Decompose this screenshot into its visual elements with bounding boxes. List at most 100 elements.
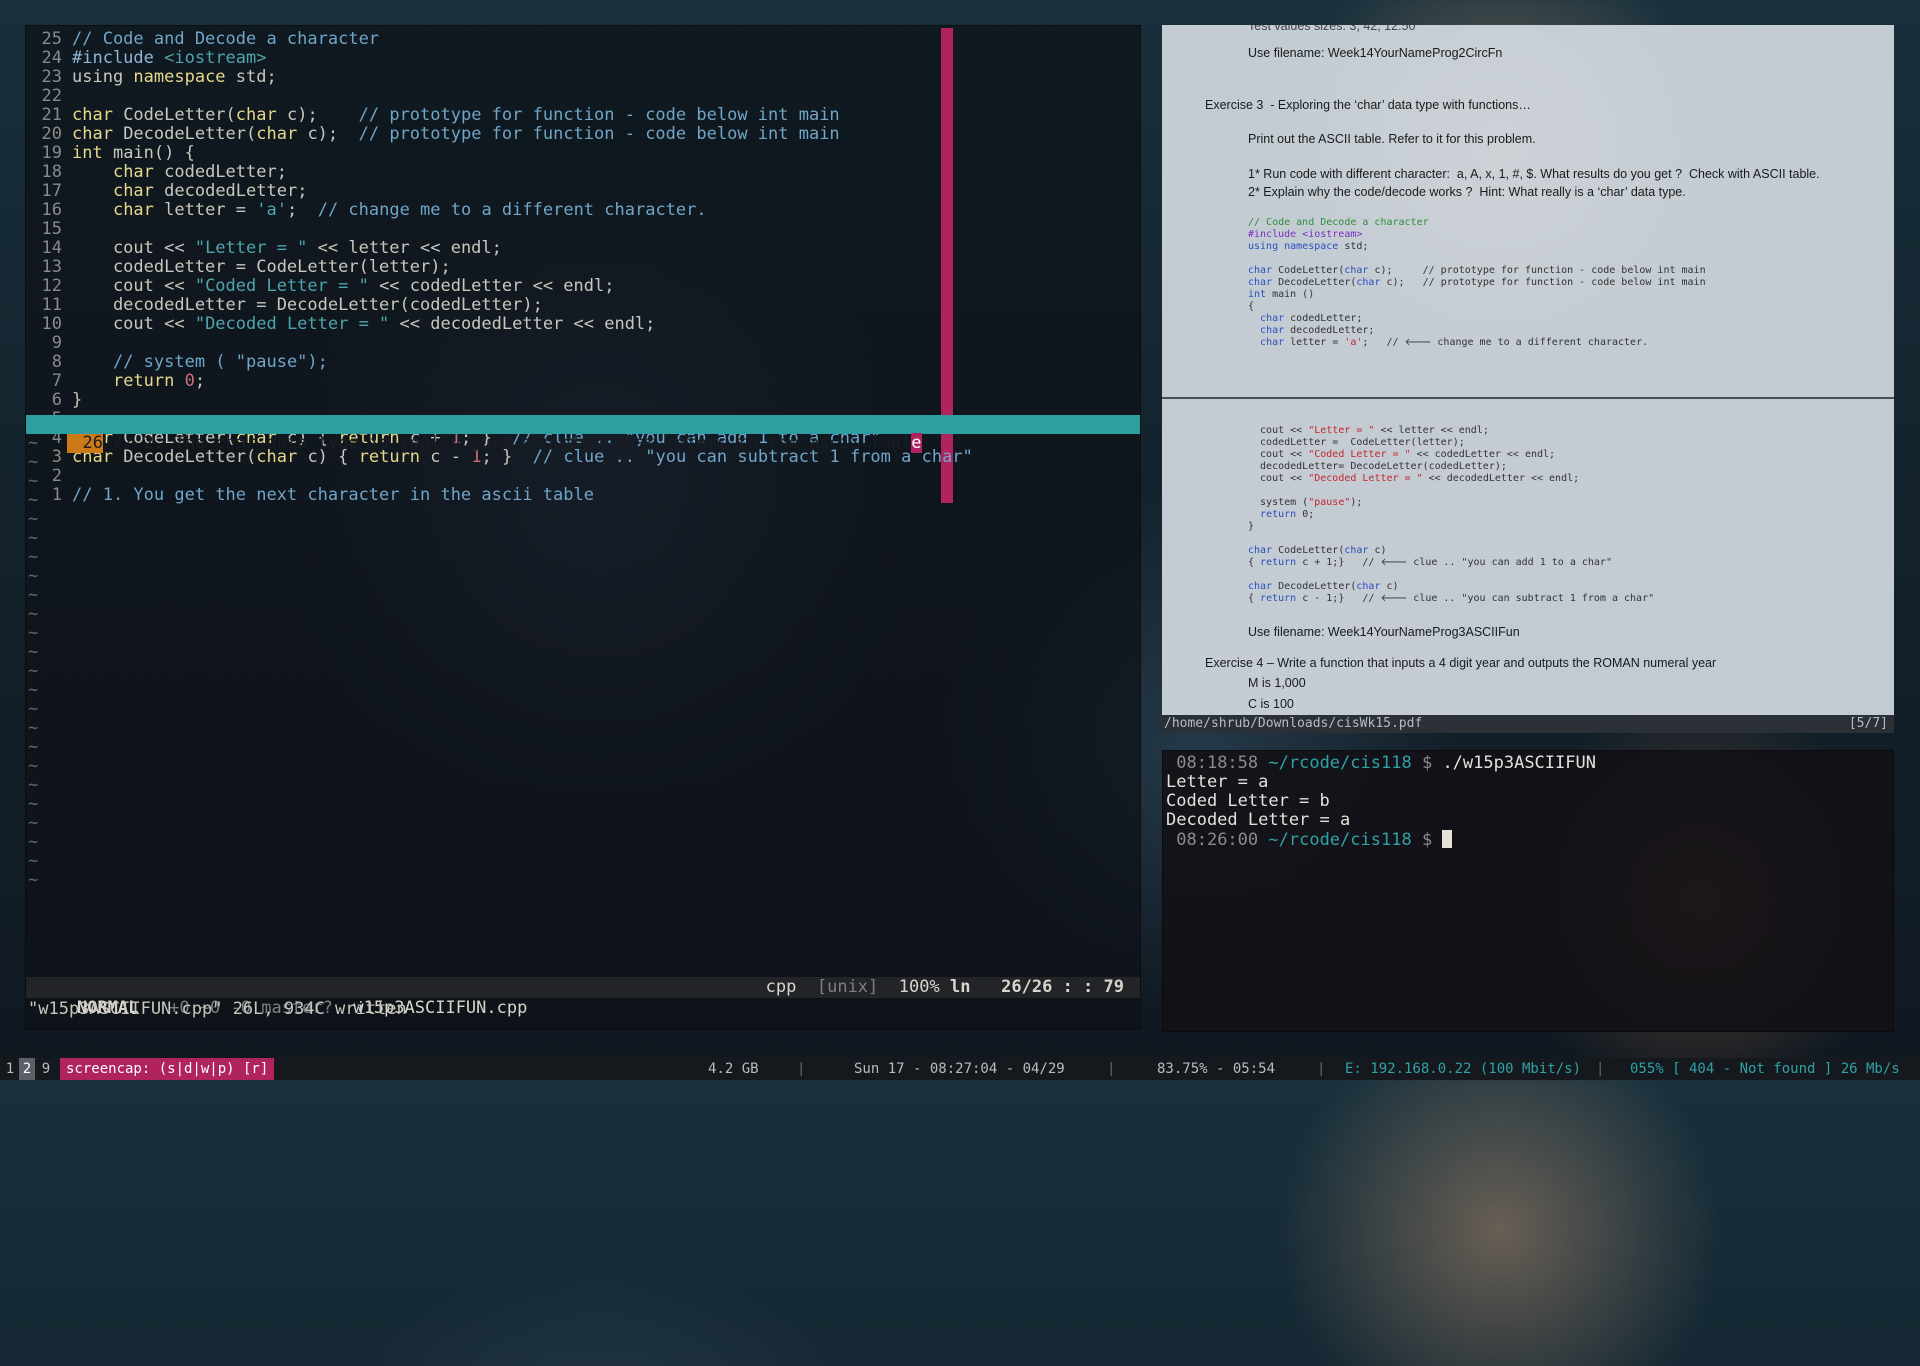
code-line[interactable]: 9 <box>26 334 1140 353</box>
code-line[interactable]: 10 cout << "Decoded Letter = " << decode… <box>26 315 1140 334</box>
system-status-indicator: 055% [ 404 - Not found ] 26 Mb/s <box>1630 1061 1900 1077</box>
code-line[interactable]: 1// 1. You get the next character in the… <box>26 486 1140 505</box>
line-number: 11 <box>41 295 62 315</box>
code-line[interactable]: 6} <box>26 391 1140 410</box>
empty-line-marker: ~ <box>28 490 39 510</box>
workspace-1[interactable]: 1 <box>2 1058 18 1080</box>
pdf-viewer[interactable]: Test values sizes: 3, 42, 12.50 Use file… <box>1162 25 1894 715</box>
pdf-filename-2: Use filename: Week14YourNameProg2CircFn <box>1248 46 1503 60</box>
line-number: 15 <box>41 219 62 239</box>
empty-line-marker: ~ <box>28 604 39 624</box>
network-indicator: E: 192.168.0.22 (100 Mbit/s) <box>1345 1061 1582 1077</box>
code-line[interactable]: 22 <box>26 87 1140 106</box>
terminal-prompt-line-2[interactable]: 08:26:00 ~/rcode/cis118 $ <box>1166 830 1453 850</box>
empty-line-marker: ~ <box>28 471 39 491</box>
filetype: cpp <box>765 977 797 997</box>
pdf-code-line: system ("pause"); <box>1248 497 1363 508</box>
pdf-page-indicator: [5/7] <box>1848 716 1888 731</box>
line-text: // system ( "pause"); <box>112 352 328 372</box>
pdf-question-1: 1* Run code with different character: a,… <box>1248 167 1820 181</box>
terminal-cursor <box>1442 830 1453 848</box>
line-number: 16 <box>41 200 62 220</box>
pdf-code-line: cout << "Letter = " << letter << endl; <box>1248 425 1489 436</box>
empty-line-marker: ~ <box>28 585 39 605</box>
pdf-cut-text: Test values sizes: 3, 42, 12.50 <box>1248 25 1416 33</box>
pdf-code-line <box>1248 253 1706 265</box>
pdf-code-line: cout << "Decoded Letter = " << decodedLe… <box>1248 473 1580 484</box>
workspace-9[interactable]: 9 <box>38 1058 54 1080</box>
current-line[interactable]: 26 // 2. The char data type is really jus… <box>26 415 1140 453</box>
code-line[interactable]: 13 codedLetter = CodeLetter(letter); <box>26 258 1140 277</box>
line-text: cout << "Decoded Letter = " << decodedLe… <box>72 314 656 334</box>
line-text: // Code and Decode a character <box>72 29 380 49</box>
pdf-ex3-instruction: Print out the ASCII table. Refer to it f… <box>1248 132 1536 146</box>
battery-indicator: 83.75% - 05:54 <box>1157 1061 1276 1077</box>
code-line[interactable]: 12 cout << "Coded Letter = " << codedLet… <box>26 277 1140 296</box>
code-line[interactable]: 18 char codedLetter; <box>26 163 1140 182</box>
pdf-code-block-top: // Code and Decode a character #include <… <box>1248 217 1706 349</box>
terminal-command: ./w15p3ASCIIFUN <box>1442 753 1596 773</box>
line-text: using namespace std; <box>72 67 277 87</box>
code-line[interactable]: 17 char decodedLetter; <box>26 182 1140 201</box>
code-line[interactable]: 11 decodedLetter = DecodeLetter(codedLet… <box>26 296 1140 315</box>
pdf-code-line: decodedLetter= DecodeLetter(codedLetter)… <box>1248 461 1507 472</box>
pdf-page-divider <box>1162 397 1894 399</box>
empty-line-marker: ~ <box>28 718 39 738</box>
terminal-window[interactable]: 08:18:58 ~/rcode/cis118 $ ./w15p3ASCIIFU… <box>1162 750 1894 1032</box>
scroll-percent: 100% <box>898 977 940 997</box>
code-line[interactable]: 23 using namespace std; <box>26 68 1140 87</box>
workspace-2[interactable]: 2 <box>19 1058 35 1080</box>
vim-editor-window[interactable]: 25 // Code and Decode a character 24 #inclu… <box>25 25 1141 1030</box>
terminal-output-1: Letter = a <box>1166 772 1269 792</box>
code-line[interactable]: 21 char CodeLetter(char c); // prototype … <box>26 106 1140 125</box>
code-line[interactable]: 7 return 0; <box>26 372 1140 391</box>
pdf-code-line: cout << "Coded Letter = " << codedLetter… <box>1248 449 1556 460</box>
pdf-code-line: char CodeLetter(char c); // prototype fo… <box>1248 265 1706 276</box>
line-number: 24 <box>41 48 62 68</box>
pdf-code-line: char codedLetter; <box>1260 313 1363 324</box>
code-line[interactable]: 20 char DecodeLetter(char c); // prototyp… <box>26 125 1140 144</box>
pdf-code-block-bottom: cout << "Letter = " << letter << endl; c… <box>1248 425 1654 605</box>
vim-command-line[interactable]: "w15p3ASCIIFUN.cpp" 26L, 934C written <box>28 999 407 1020</box>
code-line[interactable]: 2 <box>26 467 1140 486</box>
pdf-code-line: char CodeLetter(char c) <box>1248 545 1387 556</box>
pdf-code-line: char letter = 'a'; // 🡐 change me to a d… <box>1260 337 1649 348</box>
pdf-code-line <box>1248 485 1654 497</box>
screencap-mode-indicator[interactable]: screencap: (s|d|w|p) [r] <box>60 1058 275 1080</box>
code-line[interactable]: 15 <box>26 220 1140 239</box>
prompt-directory: ~/rcode/cis118 <box>1268 830 1412 850</box>
line-number: 10 <box>41 314 62 334</box>
line-number: 23 <box>41 67 62 87</box>
pdf-filename-3: Use filename: Week14YourNameProg3ASCIIFu… <box>1248 625 1520 639</box>
empty-line-marker: ~ <box>28 509 39 529</box>
empty-line-marker: ~ <box>28 661 39 681</box>
pdf-code-line: return 0; <box>1260 509 1315 520</box>
empty-line-marker: ~ <box>28 642 39 662</box>
code-line[interactable]: 24 #include <iostream> <box>26 49 1140 68</box>
pdf-code-line <box>1248 569 1654 581</box>
code-line[interactable]: 8 // system ( "pause"); <box>26 353 1140 372</box>
line-text: char codedLetter; <box>112 162 287 182</box>
pdf-code-line: codedLetter = CodeLetter(letter); <box>1248 437 1465 448</box>
line-number: 19 <box>41 143 62 163</box>
empty-line-marker: ~ <box>28 756 39 776</box>
bar-separator: | <box>797 1061 806 1077</box>
line-number: 6 <box>51 390 62 410</box>
pdf-c-line: C is 100 <box>1248 697 1294 711</box>
pdf-statusbar: /home/shrub/Downloads/cisWk15.pdf [5/7] <box>1162 715 1894 733</box>
pdf-code-line: char DecodeLetter(char c); // prototype … <box>1248 277 1706 288</box>
line-number: 22 <box>41 86 62 106</box>
code-line[interactable]: 14 cout << "Letter = " << letter << endl… <box>26 239 1140 258</box>
empty-line-marker: ~ <box>28 737 39 757</box>
line-number: 18 <box>41 162 62 182</box>
empty-line-marker: ~ <box>28 794 39 814</box>
ln-label: ln <box>949 977 971 997</box>
pdf-code-line: #include <iostream> <box>1248 229 1363 240</box>
code-line[interactable]: 16 char letter = 'a'; // change me to a … <box>26 201 1140 220</box>
code-line[interactable]: 25 // Code and Decode a character <box>26 30 1140 49</box>
code-line[interactable]: 19 int main() { <box>26 144 1140 163</box>
current-line-text: // 2. The char data type is really just … <box>112 433 912 453</box>
cursor-position: 26/26 : : 79 <box>1001 977 1124 997</box>
line-text <box>62 333 72 353</box>
line-text: char decodedLetter; <box>112 181 308 201</box>
